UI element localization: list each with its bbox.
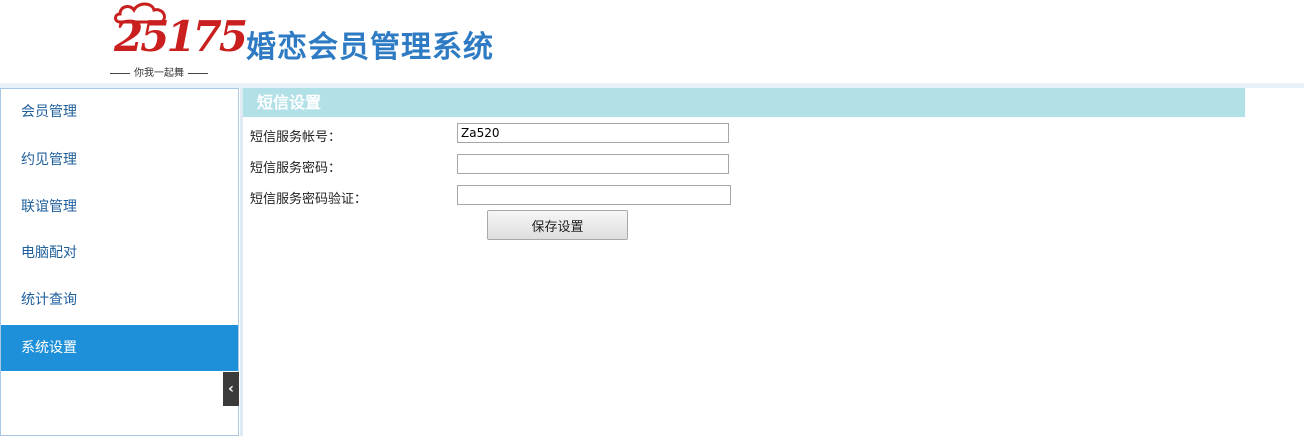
sidebar-item-statistics-query[interactable]: 统计查询: [1, 277, 238, 323]
sidebar-item-social-management[interactable]: 联谊管理: [1, 184, 238, 230]
sidebar-item-computer-matching[interactable]: 电脑配对: [1, 230, 238, 276]
collapse-sidebar-button[interactable]: ‹: [223, 372, 239, 406]
logo-tagline: 你我一起舞: [100, 64, 218, 79]
sidebar-item-appointment-management[interactable]: 约见管理: [1, 137, 238, 183]
app-header: 25175 你我一起舞 婚恋会员管理系统: [0, 0, 1304, 84]
save-settings-button[interactable]: 保存设置: [487, 210, 628, 240]
sidebar: 会员管理 约见管理 联谊管理 电脑配对 统计查询 系统设置 ‹: [0, 88, 239, 436]
sms-password-confirm-input[interactable]: [457, 185, 731, 205]
sms-password-input[interactable]: [457, 154, 729, 174]
logo: 25175 你我一起舞: [100, 2, 248, 80]
logo-number: 25175: [114, 12, 248, 61]
sms-account-label: 短信服务帐号：: [250, 130, 342, 145]
sidebar-item-member-management[interactable]: 会员管理: [1, 89, 238, 135]
sidebar-splitter[interactable]: [240, 88, 243, 436]
app-title: 婚恋会员管理系统: [246, 30, 494, 65]
sms-password-label: 短信服务密码：: [250, 161, 342, 176]
sms-password-confirm-label: 短信服务密码验证：: [250, 192, 368, 207]
sidebar-item-system-settings[interactable]: 系统设置: [1, 325, 238, 371]
sms-account-input[interactable]: [457, 123, 729, 143]
panel-title: 短信设置: [243, 88, 1245, 117]
